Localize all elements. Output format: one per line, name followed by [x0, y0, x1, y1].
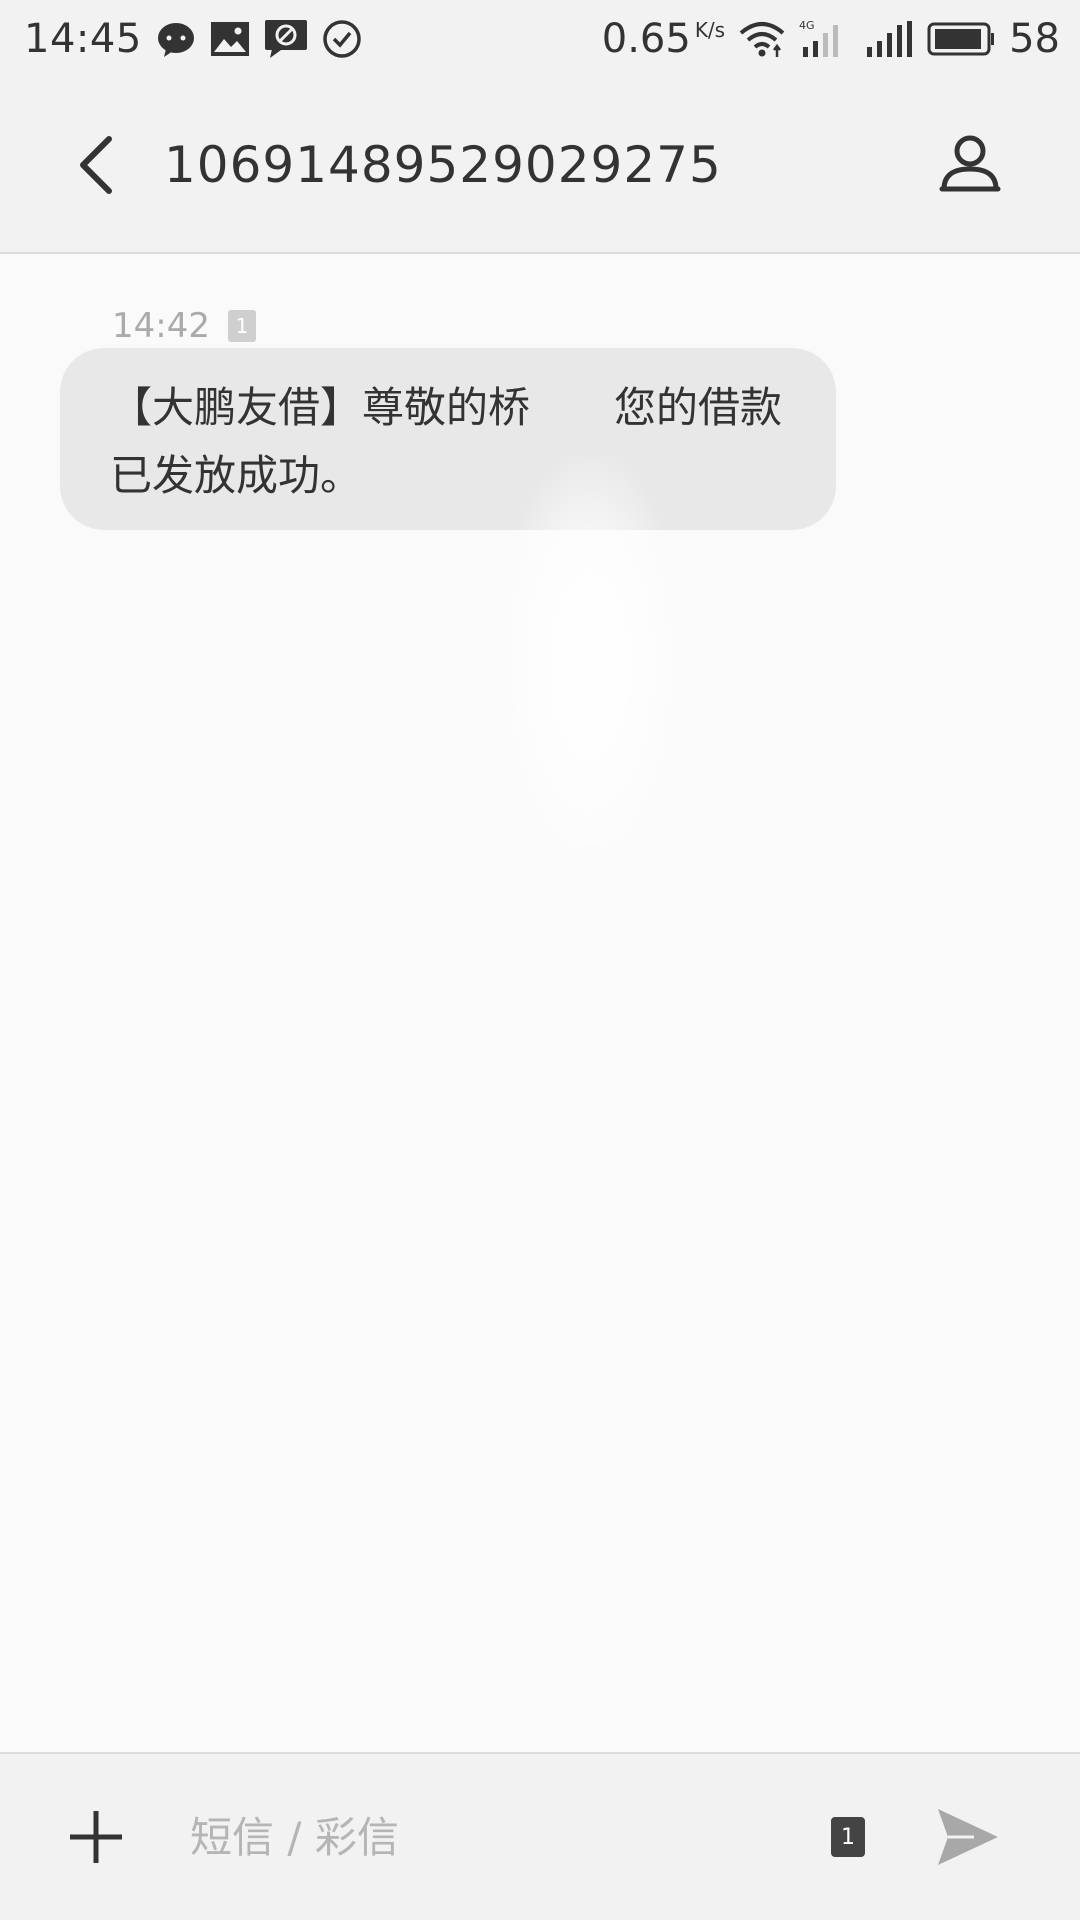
- image-icon: [210, 21, 250, 57]
- network-speed: 0.65 K/s: [602, 16, 725, 62]
- battery-percent: 58: [1009, 16, 1060, 62]
- status-bar: 14:45 0.65 K/s 4G 58: [0, 0, 1080, 78]
- signal-icon: [865, 19, 913, 59]
- add-attachment-button[interactable]: [46, 1787, 146, 1887]
- message-meta: 14:42 1: [112, 306, 256, 346]
- message-time: 14:42: [112, 306, 210, 346]
- status-bar-right: 0.65 K/s 4G 58: [602, 16, 1060, 62]
- message-input[interactable]: [190, 1792, 800, 1882]
- sim-select-button[interactable]: 1: [818, 1807, 878, 1867]
- wifi-icon: [739, 19, 785, 59]
- signal-4g-icon: 4G: [799, 19, 851, 59]
- send-icon: [938, 1809, 998, 1865]
- message-composer: 1: [0, 1752, 1080, 1920]
- network-speed-value: 0.65: [601, 16, 691, 62]
- send-button[interactable]: [918, 1787, 1018, 1887]
- message-bubble[interactable]: 【大鹏友借】尊敬的桥 您的借款已发放成功。: [60, 348, 836, 530]
- sim-card-icon: 1: [227, 310, 256, 342]
- status-bar-left: 14:45: [24, 16, 362, 62]
- conversation-title: 10691489529029275: [164, 136, 722, 194]
- status-time: 14:45: [24, 16, 142, 62]
- message-text: 【大鹏友借】尊敬的桥 您的借款已发放成功。: [110, 383, 783, 500]
- plus-icon: [70, 1811, 122, 1863]
- battery-icon: [927, 22, 995, 56]
- person-icon: [939, 135, 1001, 192]
- network-speed-unit: K/s: [694, 18, 726, 42]
- chat-bubble-icon: [156, 19, 196, 59]
- check-circle-icon: [322, 19, 362, 59]
- contact-details-button[interactable]: [920, 108, 1020, 218]
- back-button[interactable]: [40, 105, 150, 225]
- network-type-label: 4G: [799, 19, 815, 32]
- sim-select-label: 1: [841, 1824, 855, 1850]
- conversation-header: 10691489529029275: [0, 78, 1080, 254]
- sim-card-icon: 1: [831, 1817, 865, 1857]
- message-list[interactable]: 14:42 1 【大鹏友借】尊敬的桥 您的借款已发放成功。: [0, 256, 1080, 1752]
- chevron-left-icon: [80, 136, 112, 194]
- blocked-message-icon: [264, 19, 308, 59]
- sim-slot-label: 1: [235, 314, 249, 338]
